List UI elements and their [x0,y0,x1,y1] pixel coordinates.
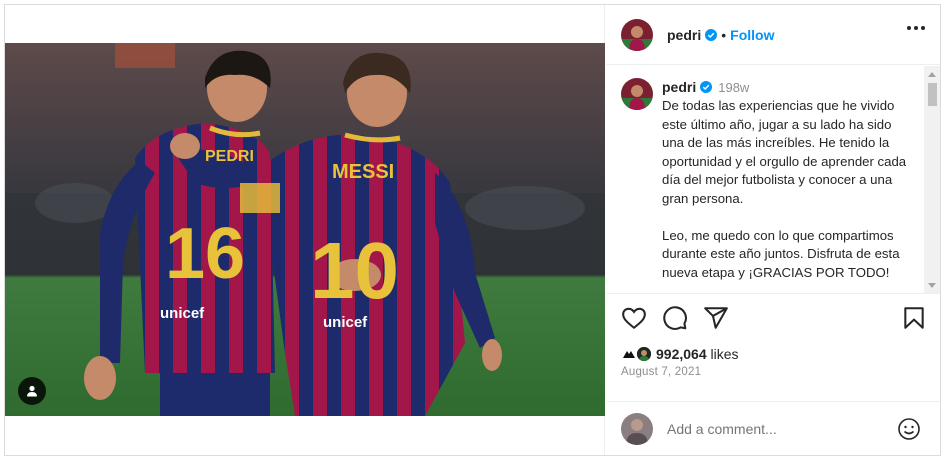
more-options-icon[interactable] [907,26,925,30]
post-dialog: 16 PEDRI 10 MESSI unicef unicef pedri • … [4,4,941,456]
comments-scrollbar[interactable] [924,66,940,293]
jersey-left-number: 16 [165,214,245,294]
jersey-left-name: PEDRI [205,148,254,165]
post-media: 16 PEDRI 10 MESSI unicef unicef [5,5,605,455]
author-avatar[interactable] [621,18,653,51]
liker-avatar[interactable] [635,345,653,363]
caption-text: De todas las experiencias que he vivido … [662,98,907,280]
likes-count[interactable]: 992,064 likes [656,346,739,362]
author-name[interactable]: pedri [667,27,701,43]
comment-input[interactable] [667,420,887,437]
heart-icon[interactable] [621,305,649,333]
post-sidebar: pedri • Follow pedri 198w De todas las e… [606,5,940,455]
bookmark-icon[interactable] [901,305,929,333]
post-date[interactable]: August 7, 2021 [621,366,701,378]
user-tag-icon[interactable] [18,377,46,405]
action-bar [606,305,940,339]
likes-row: 992,064 likes [621,345,739,363]
sponsor-left: unicef [160,305,205,322]
verified-icon [705,28,718,41]
caption-avatar[interactable] [621,78,653,110]
jersey-right-name: MESSI [332,161,394,183]
jersey-right-number: 10 [310,226,399,315]
viewer-avatar [621,412,653,445]
sponsor-right: unicef [323,314,368,331]
caption: pedri 198w De todas las experiencias que… [621,78,921,282]
post-photo[interactable]: 16 PEDRI 10 MESSI unicef unicef [5,43,605,416]
separator: • [721,26,727,43]
emoji-icon[interactable] [897,417,921,441]
post-header: pedri • Follow [606,5,940,65]
share-icon[interactable] [703,305,731,333]
caption-time[interactable]: 198w [718,80,749,95]
scroll-up-icon[interactable] [928,72,936,77]
liker-avatars[interactable] [621,345,655,363]
comment-icon[interactable] [662,305,690,333]
comments-section: pedri 198w De todas las experiencias que… [606,66,940,294]
follow-button[interactable]: Follow [730,27,774,43]
add-comment-bar [606,401,940,455]
caption-author[interactable]: pedri [662,79,696,95]
scroll-thumb[interactable] [928,83,937,106]
verified-icon [700,81,713,93]
scroll-down-icon[interactable] [928,283,936,288]
